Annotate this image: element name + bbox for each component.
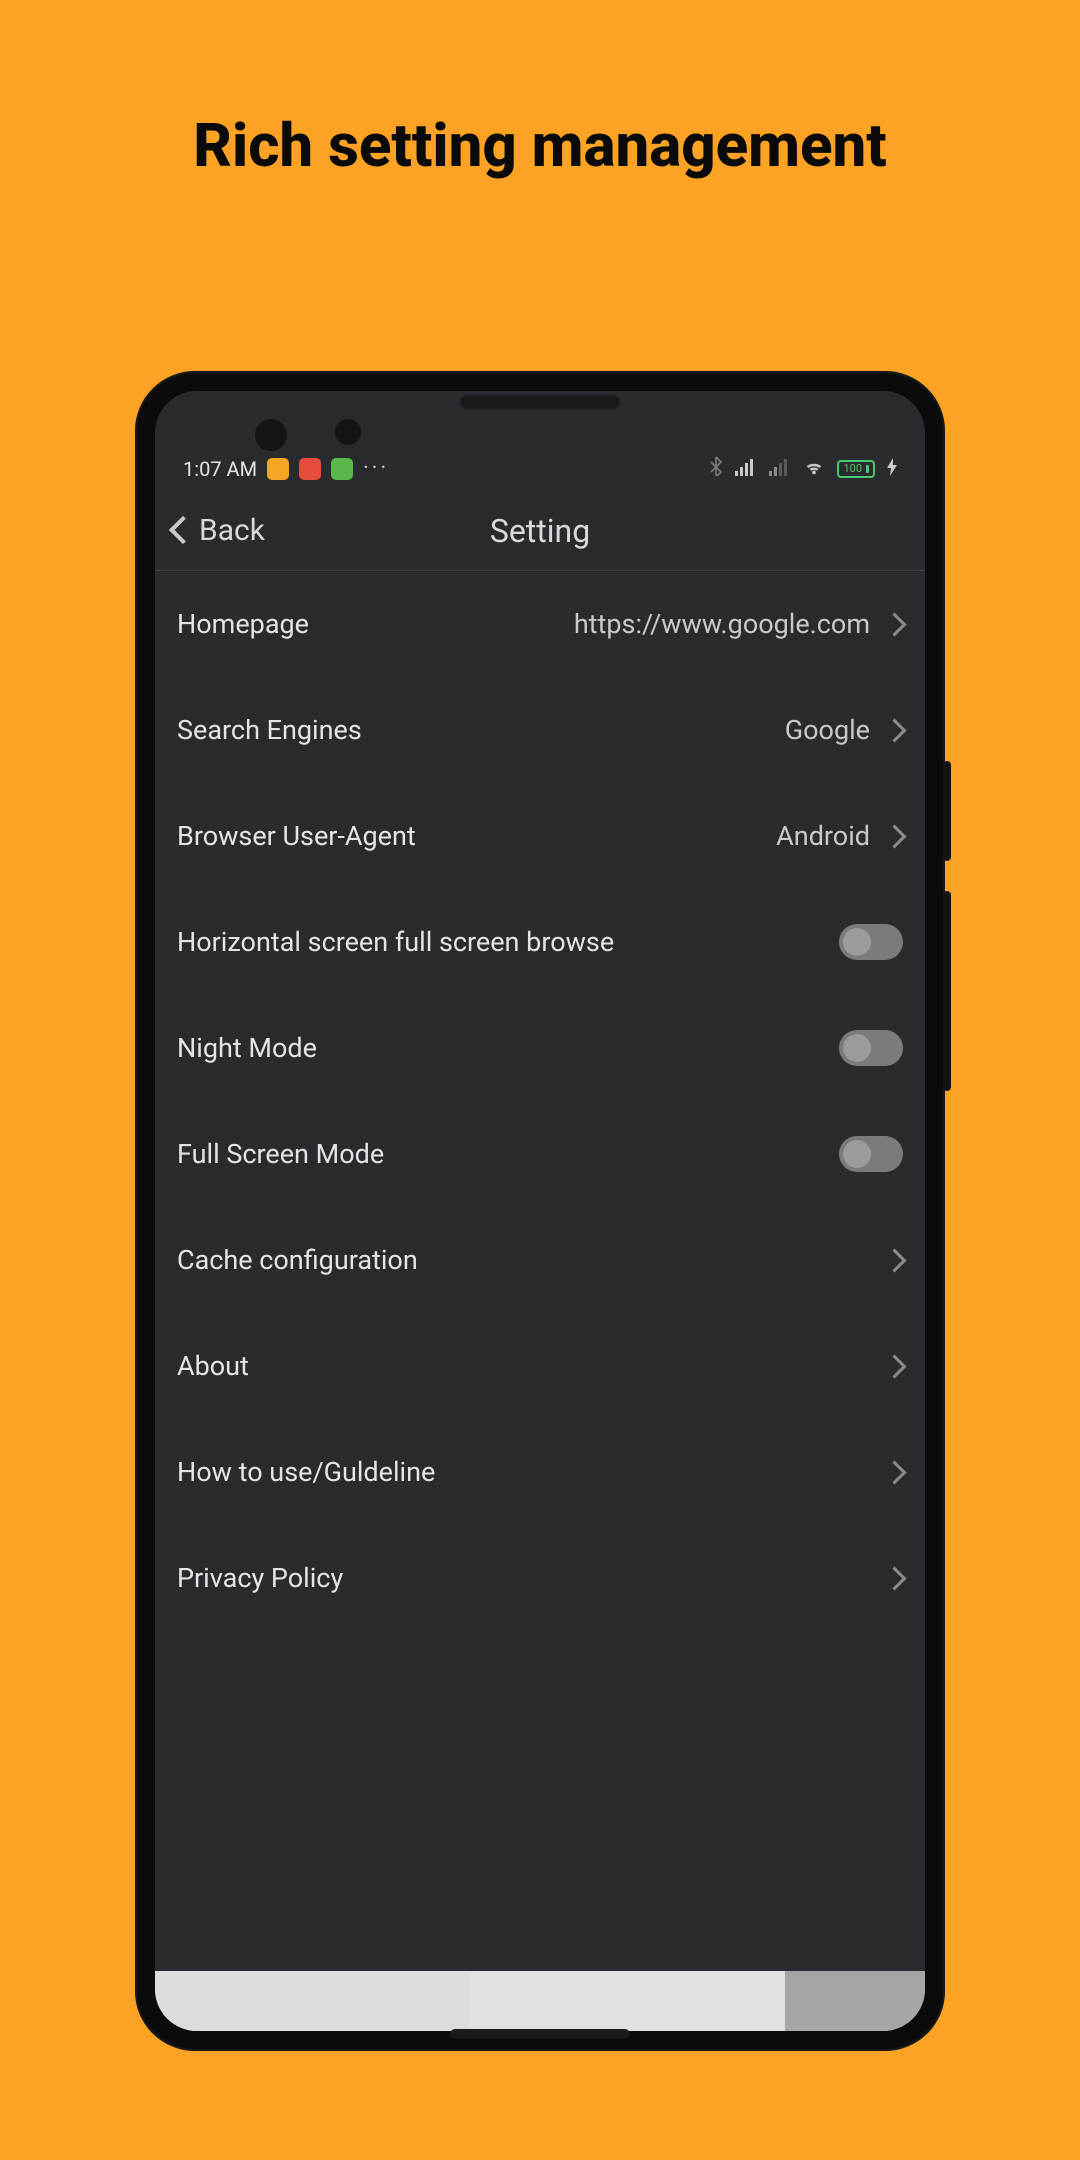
setting-value: https://www.google.com (574, 608, 870, 640)
chevron-right-icon (886, 1562, 903, 1594)
chevron-right-icon (886, 1456, 903, 1488)
bottom-tab[interactable] (155, 1971, 470, 2031)
phone-volume-button (943, 761, 951, 861)
setting-label: Cache configuration (177, 1244, 418, 1276)
chevron-right-icon (886, 1244, 903, 1276)
setting-label: Full Screen Mode (177, 1138, 384, 1170)
setting-row-full-screen: Full Screen Mode (177, 1101, 903, 1207)
setting-label: Browser User-Agent (177, 820, 416, 852)
setting-row-cache-config[interactable]: Cache configuration (177, 1207, 903, 1313)
setting-row-night-mode: Night Mode (177, 995, 903, 1101)
bottom-tab[interactable] (470, 1971, 785, 2031)
screen: 1:07 AM ··· 100 (155, 391, 925, 2031)
toggle-night-mode[interactable] (839, 1030, 903, 1066)
status-time: 1:07 AM (183, 457, 257, 481)
status-left: 1:07 AM ··· (183, 456, 389, 481)
setting-label: Night Mode (177, 1032, 317, 1064)
setting-row-about[interactable]: About (177, 1313, 903, 1419)
nav-header: Back Setting (155, 491, 925, 571)
toggle-horizontal-full[interactable] (839, 924, 903, 960)
status-app-icon (331, 458, 353, 480)
settings-list: Homepage https://www.google.com Search E… (155, 571, 925, 1971)
chevron-left-icon (173, 513, 193, 548)
bluetooth-icon (709, 456, 723, 481)
chevron-right-icon (886, 608, 903, 640)
bottom-tab[interactable] (785, 1971, 925, 2031)
wifi-icon (803, 457, 825, 481)
back-label: Back (199, 513, 265, 548)
setting-row-user-agent[interactable]: Browser User-Agent Android (177, 783, 903, 889)
chevron-right-icon (886, 820, 903, 852)
setting-label: About (177, 1350, 249, 1382)
phone-power-button (943, 891, 951, 1091)
setting-value: Google (785, 714, 870, 746)
back-button[interactable]: Back (173, 513, 265, 548)
setting-label: Search Engines (177, 714, 362, 746)
status-right: 100 (709, 456, 897, 481)
setting-label: Homepage (177, 608, 309, 640)
charging-icon (887, 457, 897, 481)
signal-icon (769, 457, 791, 481)
chevron-right-icon (886, 714, 903, 746)
setting-label: How to use/Guldeline (177, 1456, 435, 1488)
setting-row-search-engines[interactable]: Search Engines Google (177, 677, 903, 783)
promo-headline: Rich setting management (193, 110, 887, 181)
phone-camera (255, 419, 287, 451)
signal-icon (735, 457, 757, 481)
setting-row-horizontal-full: Horizontal screen full screen browse (177, 889, 903, 995)
status-app-icon (299, 458, 321, 480)
toggle-full-screen[interactable] (839, 1136, 903, 1172)
chevron-right-icon (886, 1350, 903, 1382)
setting-row-homepage[interactable]: Homepage https://www.google.com (177, 571, 903, 677)
setting-row-guideline[interactable]: How to use/Guldeline (177, 1419, 903, 1525)
status-more-icon: ··· (363, 456, 389, 481)
setting-label: Horizontal screen full screen browse (177, 926, 614, 958)
status-app-icon (267, 458, 289, 480)
bottom-bar (155, 1971, 925, 2031)
phone-earpiece (460, 395, 620, 409)
setting-row-privacy[interactable]: Privacy Policy (177, 1525, 903, 1631)
battery-icon: 100 (837, 460, 875, 478)
page-title: Setting (490, 512, 590, 550)
home-indicator (450, 2029, 630, 2039)
phone-sensor (335, 419, 361, 445)
phone-frame: 1:07 AM ··· 100 (135, 371, 945, 2051)
setting-value: Android (776, 820, 870, 852)
setting-label: Privacy Policy (177, 1562, 343, 1594)
